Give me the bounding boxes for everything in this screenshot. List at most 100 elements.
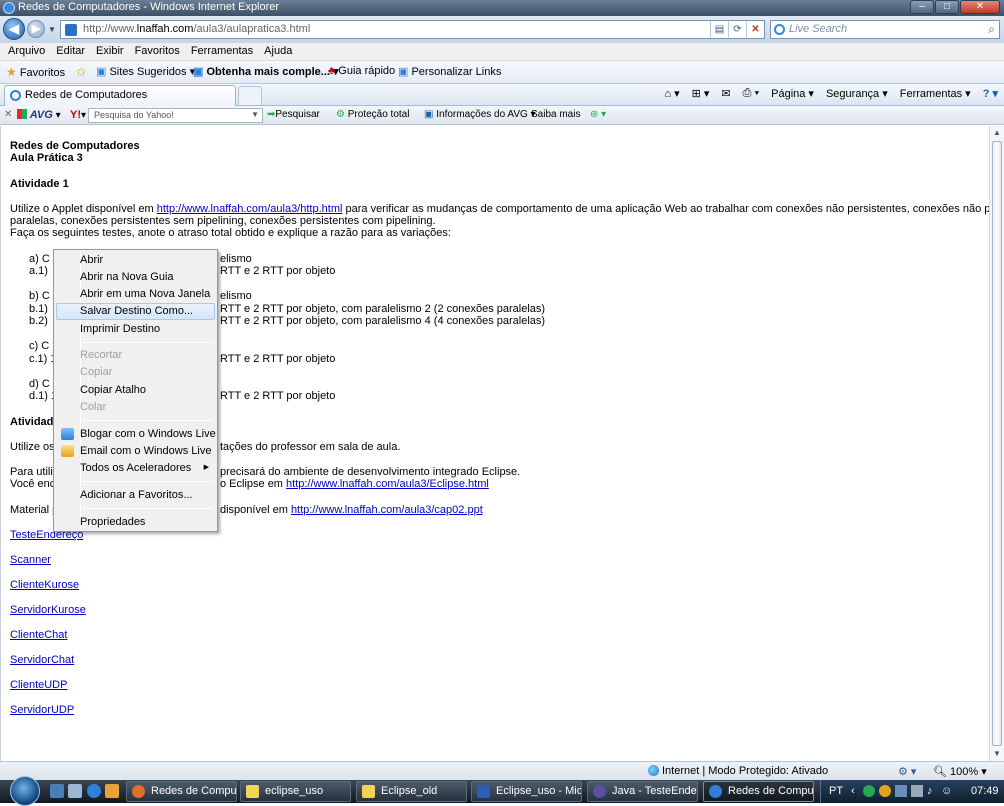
menu-item-nova-guia[interactable]: Abrir na Nova Guia (56, 269, 215, 286)
avg-menu-button[interactable]: AVG ▾ (17, 109, 61, 121)
maximize-button[interactable]: □ (935, 0, 959, 14)
yahoo-search-input[interactable]: Pesquisa do Yahoo! ▼ (88, 108, 263, 123)
menu-editar[interactable]: Editar (56, 43, 85, 60)
intro-line3: Faça os seguintes testes, anote o atraso… (10, 227, 451, 239)
suggested-sites-link[interactable]: ▣ Sites Sugeridos ▾ (96, 65, 195, 78)
menu-favoritos[interactable]: Favoritos (135, 43, 180, 60)
link-cliente-kurose[interactable]: ClienteKurose (10, 579, 79, 591)
menu-item-email[interactable]: Email com o Windows Live (56, 443, 215, 460)
minimize-button[interactable]: – (910, 0, 934, 14)
power-tray-icon[interactable] (911, 785, 923, 797)
live-search-icon (774, 24, 785, 35)
scroll-down-arrow[interactable]: ▼ (990, 747, 1004, 761)
menu-item-blogar[interactable]: Blogar com o Windows Live (56, 426, 216, 443)
title-bar: Redes de Computadores - Windows Internet… (0, 0, 1004, 16)
tools-menu[interactable]: Ferramentas ▾ (900, 87, 971, 100)
cap02-link[interactable]: http://www.lnaffah.com/aula3/cap02.ppt (291, 504, 483, 516)
security-zone[interactable]: Internet | Modo Protegido: Ativado (648, 765, 828, 777)
language-indicator[interactable]: PT (829, 785, 843, 797)
status-bar: Internet | Modo Protegido: Ativado ⚙ ▾ 🔍… (0, 761, 1004, 780)
recent-pages-dropdown[interactable]: ▼ (48, 25, 56, 34)
taskbar-item-java[interactable]: Java - TesteEnder... (587, 781, 698, 802)
mail-icon[interactable]: ✉ (721, 87, 730, 100)
protection-button[interactable]: ⚙ Proteção total (336, 109, 409, 120)
add-favorite-icon[interactable]: ✩ (76, 65, 86, 79)
stop-icon[interactable]: ✕ (746, 21, 764, 38)
vertical-scrollbar[interactable]: ▲ ▼ (989, 126, 1004, 761)
help-icon[interactable]: ? ▾ (983, 87, 998, 100)
folder-icon (246, 785, 259, 798)
print-icon[interactable]: ⎙ ▾ (743, 87, 759, 100)
menu-item-adicionar-favoritos[interactable]: Adicionar a Favoritos... (56, 487, 215, 504)
close-toolbar-icon[interactable]: ✕ (4, 109, 12, 120)
taskbar-item-ie[interactable]: Redes de Comput... (703, 781, 814, 802)
taskbar-item-word[interactable]: Eclipse_uso - Micr... (471, 781, 582, 802)
menu-arquivo[interactable]: Arquivo (8, 43, 45, 60)
scroll-up-arrow[interactable]: ▲ (990, 126, 1004, 140)
refresh-icon[interactable]: ⟳ (728, 21, 746, 38)
yahoo-search-button[interactable]: ➡Pesquisar (267, 109, 320, 120)
taskbar-item-firefox[interactable]: Redes de Comput... (126, 781, 237, 802)
chat-tray-icon[interactable]: ☺ (941, 785, 952, 797)
favorites-button[interactable]: ★ Favoritos (6, 65, 65, 79)
item-a1-tail: RTT e 2 RTT por objeto (220, 265, 336, 277)
page-subheading: Aula Prática 3 (10, 152, 83, 164)
menu-ferramentas[interactable]: Ferramentas (191, 43, 253, 60)
customize-links-link[interactable]: ▣ Personalizar Links (398, 65, 501, 78)
quick-guide-link[interactable]: ♣ Guia rápido (328, 65, 395, 77)
new-tab-button[interactable] (238, 86, 262, 105)
avg-extra-icon[interactable]: ⊛ ▾ (590, 109, 606, 120)
menu-item-salvar-destino[interactable]: Salvar Destino Como... (56, 303, 215, 320)
menu-item-aceleradores[interactable]: Todos os Aceleradores ▶ (56, 460, 215, 477)
back-button[interactable]: ◀ (3, 18, 25, 40)
search-icon[interactable]: ⌕ (988, 22, 995, 37)
get-more-addons-link[interactable]: ▣ Obtenha mais comple... ▾ (193, 65, 339, 78)
compatibility-view-icon[interactable]: ▤ (710, 21, 728, 38)
menu-item-nova-janela[interactable]: Abrir em uma Nova Janela (56, 286, 215, 303)
menu-exibir[interactable]: Exibir (96, 43, 124, 60)
address-field[interactable]: http://www.lnaffah.com/aula3/aulapratica… (60, 20, 765, 39)
eclipse-link[interactable]: http://www.lnaffah.com/aula3/Eclipse.htm… (286, 478, 489, 490)
ie-quicklaunch-icon[interactable] (87, 784, 101, 798)
forward-button[interactable]: ▶ (27, 20, 45, 38)
link-scanner[interactable]: Scanner (10, 554, 51, 566)
menu-item-imprimir-destino[interactable]: Imprimir Destino (56, 321, 215, 338)
globe-icon (648, 765, 659, 776)
security-menu[interactable]: Segurança ▾ (826, 87, 888, 100)
link-servidor-kurose[interactable]: ServidorKurose (10, 604, 86, 616)
messenger-tray-icon[interactable] (879, 785, 891, 797)
close-button[interactable]: ✕ (960, 0, 1000, 14)
http-applet-link[interactable]: http://www.lnaffah.com/aula3/http.html (157, 203, 343, 215)
folder-icon (362, 785, 375, 798)
avg-info-button[interactable]: ▣ Informações do AVG ▾ (424, 109, 536, 120)
clock[interactable]: 07:49 (971, 785, 999, 797)
scroll-thumb[interactable] (992, 141, 1002, 746)
protected-mode-icon[interactable]: ⚙ ▾ (898, 765, 916, 778)
menu-item-copiar-atalho[interactable]: Copiar Atalho (56, 382, 215, 399)
network-tray-icon[interactable] (895, 785, 907, 797)
link-cliente-chat[interactable]: ClienteChat (10, 629, 67, 641)
taskbar-item-eclipse-uso[interactable]: eclipse_uso (240, 781, 351, 802)
show-desktop-icon[interactable] (50, 784, 64, 798)
tray-expand-icon[interactable]: ‹ (851, 785, 855, 797)
start-button[interactable] (10, 776, 40, 806)
tab-redes-de-computadores[interactable]: Redes de Computadores (4, 85, 236, 106)
yahoo-search-placeholder: Pesquisa do Yahoo! (94, 110, 174, 120)
volume-icon[interactable]: ♪ (927, 785, 933, 797)
avg-tray-icon[interactable] (863, 785, 875, 797)
switch-windows-icon[interactable] (68, 784, 82, 798)
home-icon[interactable]: ⌂ ▾ (664, 87, 679, 100)
media-quicklaunch-icon[interactable] (105, 784, 119, 798)
live-search-input[interactable]: Live Search ⌕ (770, 20, 1000, 39)
zoom-control[interactable]: 🔍︎ 100% ▾ (933, 765, 987, 778)
page-menu[interactable]: Página ▾ (771, 87, 814, 100)
menu-item-abrir[interactable]: Abrir (56, 252, 215, 269)
taskbar-item-eclipse-old[interactable]: Eclipse_old (356, 781, 467, 802)
menu-item-propriedades[interactable]: Propriedades (56, 514, 215, 531)
link-servidor-udp[interactable]: ServidorUDP (10, 704, 74, 716)
menu-ajuda[interactable]: Ajuda (264, 43, 292, 60)
link-servidor-chat[interactable]: ServidorChat (10, 654, 74, 666)
link-cliente-udp[interactable]: ClienteUDP (10, 679, 67, 691)
feeds-icon[interactable]: ⊞ ▾ (692, 87, 710, 100)
learn-more-link[interactable]: Saiba mais (531, 109, 580, 120)
